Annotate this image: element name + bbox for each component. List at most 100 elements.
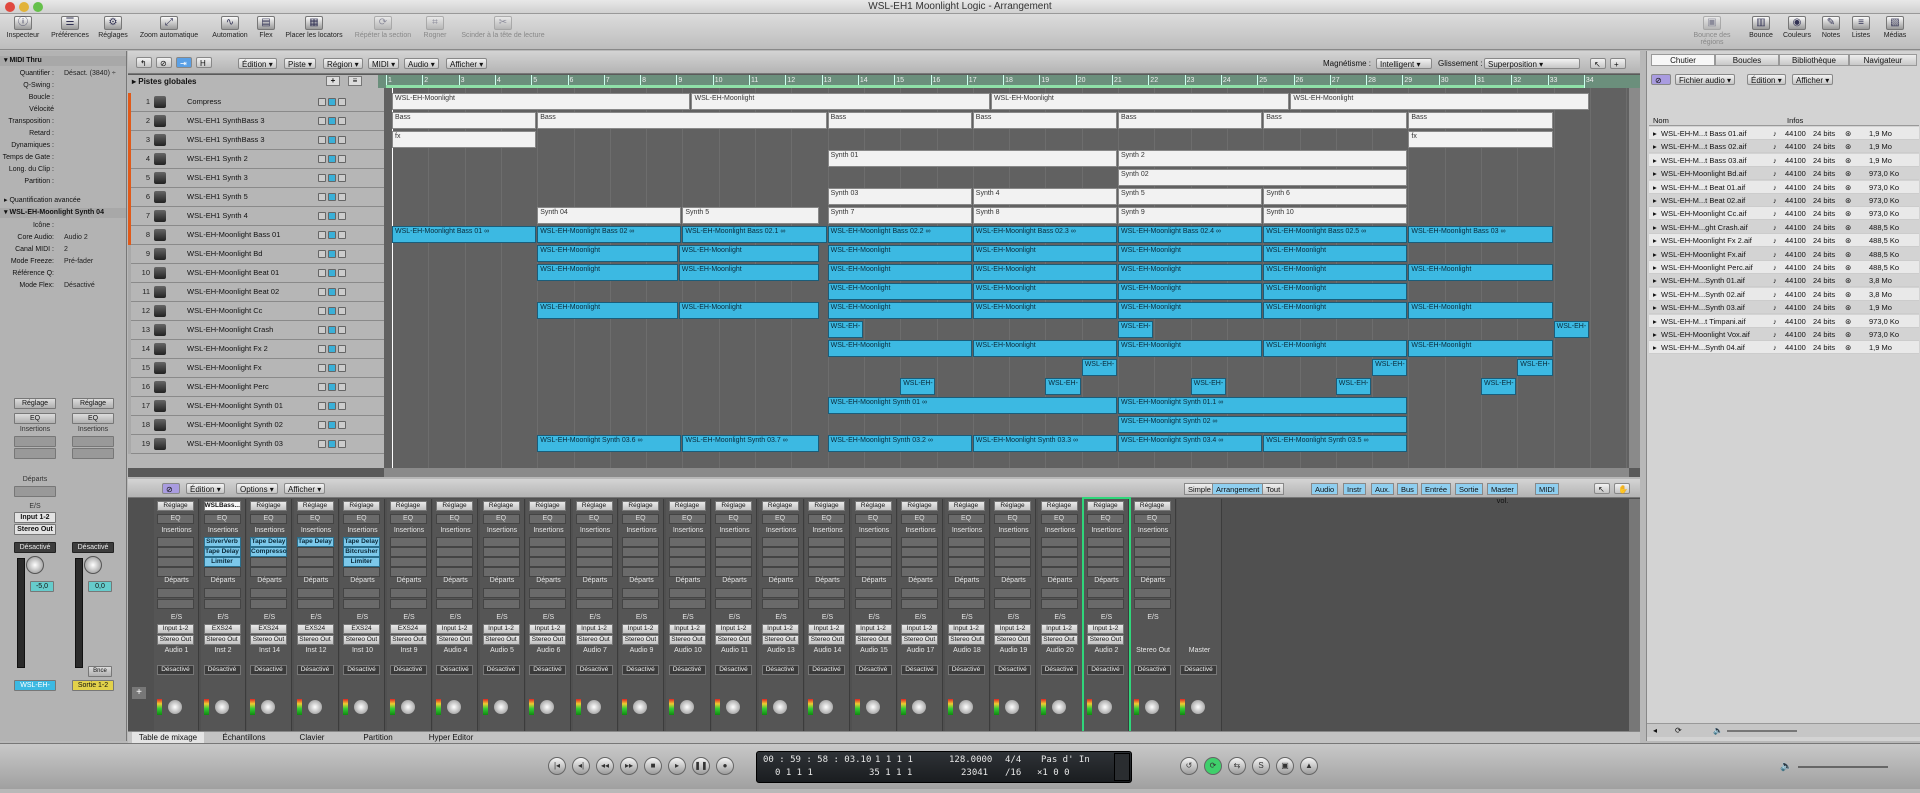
disclosure-icon[interactable]: ▸ — [1653, 194, 1657, 207]
insert-slot[interactable] — [482, 567, 520, 577]
send-slot[interactable] — [157, 599, 194, 609]
region[interactable]: WSL-EH-Moonlight — [392, 93, 691, 110]
pan-knob[interactable] — [260, 699, 276, 715]
track-header[interactable]: 14 WSL-EH-Moonlight Fx 2 — [128, 340, 384, 359]
send-slot[interactable] — [575, 588, 613, 598]
go-to-start-icon[interactable]: |◂ — [548, 757, 566, 775]
insert-slot[interactable] — [250, 557, 287, 567]
region[interactable]: WSL-EH-Moonlight — [972, 264, 1117, 281]
track-header[interactable]: 18 WSL-EH-Moonlight Synth 02 — [128, 416, 384, 435]
audio-menu[interactable]: Audio ▾ — [404, 58, 439, 69]
region[interactable]: WSL-EH-Moonlight — [827, 340, 972, 357]
record-enable-button[interactable] — [338, 421, 346, 429]
insert-slot[interactable] — [389, 567, 427, 577]
insert-slot[interactable] — [296, 557, 334, 567]
automation-mode[interactable]: Désactivé — [1133, 665, 1171, 675]
strip-eq-display[interactable]: EQ — [901, 514, 938, 524]
region-menu[interactable]: Région ▾ — [323, 58, 363, 69]
disclosure-icon[interactable]: ▸ — [1653, 248, 1657, 261]
solo-button[interactable] — [328, 364, 336, 372]
insert-slot[interactable] — [994, 537, 1031, 547]
strip-eq-display[interactable]: EQ — [529, 514, 566, 524]
insert-slot[interactable] — [1087, 537, 1124, 547]
input-button[interactable]: Input 1-2 — [808, 624, 845, 634]
volume-slider[interactable] — [1727, 730, 1797, 732]
record-enable-button[interactable] — [338, 440, 346, 448]
pan-knob[interactable] — [306, 699, 323, 715]
output-button[interactable]: Stereo Out — [994, 635, 1031, 645]
mute-button[interactable] — [318, 174, 326, 182]
strip-eq-display[interactable]: EQ — [389, 514, 427, 524]
send-slot[interactable] — [529, 588, 566, 598]
back-icon[interactable]: ↰ — [136, 57, 152, 68]
track-params-header[interactable]: ▾ WSL-EH-Moonlight Synth 04 — [0, 208, 126, 218]
add-track-icon[interactable]: + — [326, 76, 340, 86]
solo-button[interactable] — [328, 440, 336, 448]
mute-button[interactable] — [318, 307, 326, 315]
region[interactable]: WSL-EH-Moonlight Bass 02 ∞ — [537, 226, 682, 243]
midi-menu[interactable]: MIDI ▾ — [368, 58, 400, 69]
track-header[interactable]: 2 WSL-EH1 SynthBass 3 — [128, 112, 384, 131]
insert-slot[interactable] — [1133, 557, 1171, 567]
output-button[interactable]: Stereo Out — [343, 635, 380, 645]
mixer-edit-menu[interactable]: Édition ▾ — [186, 483, 225, 494]
automation-mode[interactable]: Désactivé — [1087, 665, 1124, 675]
link-icon[interactable]: ⊘ — [162, 483, 180, 494]
disclosure-icon[interactable]: ▸ — [1653, 140, 1657, 153]
hand-tool-icon[interactable]: ✋ — [1614, 483, 1630, 494]
strip-setting-button[interactable]: Réglage — [994, 501, 1031, 511]
insert-slot[interactable] — [622, 547, 659, 557]
pan-knob[interactable] — [771, 699, 788, 715]
region[interactable]: WSL-EH-Moonlight — [1118, 302, 1263, 319]
mute-button[interactable] — [318, 231, 326, 239]
strip-eq-display[interactable]: EQ — [947, 514, 985, 524]
strip-setting-button[interactable]: Réglage — [250, 501, 287, 511]
insert-slot[interactable] — [575, 567, 613, 577]
mute-button[interactable] — [318, 326, 326, 334]
track-header[interactable]: 7 WSL-EH1 Synth 4 — [128, 207, 384, 226]
output-button[interactable]: Stereo Out — [250, 635, 287, 645]
solo-button[interactable] — [328, 136, 336, 144]
record-enable-button[interactable] — [338, 155, 346, 163]
insert-slot[interactable] — [761, 537, 799, 547]
output-button[interactable]: Stereo Out — [622, 635, 659, 645]
track-header[interactable]: 4 WSL-EH1 Synth 2 — [128, 150, 384, 169]
region[interactable]: Synth 7 — [827, 207, 972, 224]
send-slot[interactable] — [1133, 588, 1171, 598]
strip-eq-display[interactable]: EQ — [1133, 514, 1171, 524]
track-header[interactable]: 12 WSL-EH-Moonlight Cc — [128, 302, 384, 321]
bounce-button[interactable]: ▥ Bounce — [1746, 16, 1776, 39]
region[interactable]: WSL-EH-Moonlight — [1263, 340, 1408, 357]
mixer-filter-button[interactable]: Entrée — [1421, 483, 1452, 495]
strip-eq-display[interactable]: EQ — [157, 514, 194, 524]
region[interactable]: WSL-EH-Moonlight Bass 02.4 ∞ — [1118, 226, 1263, 243]
input-button[interactable]: Input 1-2 — [482, 624, 520, 634]
pan-knob[interactable] — [725, 699, 741, 715]
region[interactable]: WSL-EH-Moonlight — [537, 302, 678, 319]
region[interactable]: WSL-EH-Moonlight Synth 03.3 ∞ — [972, 435, 1117, 452]
region[interactable]: WSL-EH-Moonlight Synth 01 ∞ — [827, 397, 1117, 414]
insert-slot[interactable] — [575, 547, 613, 557]
mixer-filter-button[interactable]: Instr — [1343, 483, 1366, 495]
output-button[interactable]: Stereo Out — [157, 635, 194, 645]
automation-mode[interactable]: Désactivé — [622, 665, 659, 675]
record-enable-button[interactable] — [338, 383, 346, 391]
solo-button[interactable] — [328, 193, 336, 201]
automation-mode[interactable]: Désactivé — [1180, 665, 1217, 675]
output-button[interactable]: Stereo Out — [575, 635, 613, 645]
strip-setting-button[interactable]: Réglage — [761, 501, 799, 511]
inspector-param[interactable]: Q-Swing : — [2, 81, 124, 91]
insert-slot[interactable] — [436, 537, 473, 547]
inspector-param[interactable]: Partition : — [2, 177, 124, 187]
record-enable-button[interactable] — [338, 269, 346, 277]
mixer-filter-button[interactable]: MIDI — [1535, 483, 1559, 495]
autopunch-icon[interactable]: ⇆ — [1228, 757, 1246, 775]
advanced-quantize-toggle[interactable]: ▸ Quantification avancée — [0, 196, 126, 206]
strip-setting-button[interactable]: Réglage — [389, 501, 427, 511]
close-button[interactable] — [5, 2, 15, 12]
region[interactable]: WSL-EH-Moonlight Bass 02.1 ∞ — [682, 226, 827, 243]
send-slot[interactable] — [1087, 599, 1124, 609]
notes-button[interactable]: ✎ Notes — [1818, 16, 1844, 39]
file-row[interactable]: ▸ WSL-EH-M...t Bass 02.aif ♪ 44100 24 bits ⊛ 1… — [1649, 140, 1919, 154]
region[interactable]: WSL-EH-Moonlight — [1408, 340, 1553, 357]
